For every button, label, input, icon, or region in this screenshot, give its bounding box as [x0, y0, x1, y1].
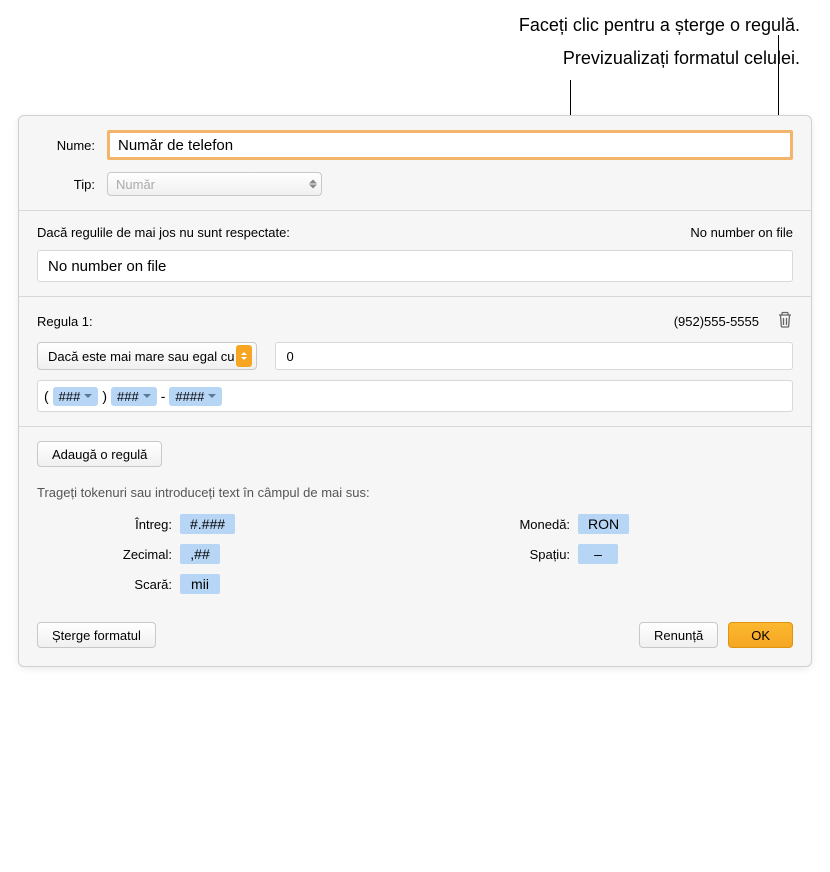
- delete-format-button[interactable]: Șterge formatul: [37, 622, 156, 648]
- type-label: Tip:: [37, 177, 107, 192]
- chevron-down-icon: [208, 394, 216, 398]
- token-text: ###: [117, 389, 139, 404]
- space-token-label: Spațiu:: [495, 547, 570, 562]
- pattern-separator: -: [161, 388, 166, 404]
- name-label: Nume:: [37, 138, 107, 153]
- trash-icon[interactable]: [777, 311, 793, 332]
- decimal-token[interactable]: ,##: [180, 544, 220, 564]
- add-rule-button[interactable]: Adaugă o regulă: [37, 441, 162, 467]
- ok-button[interactable]: OK: [728, 622, 793, 648]
- ok-label: OK: [751, 628, 770, 643]
- type-select-value: Număr: [116, 177, 155, 192]
- space-token[interactable]: –: [578, 544, 618, 564]
- cancel-label: Renunță: [654, 628, 703, 643]
- integer-token[interactable]: #.###: [180, 514, 235, 534]
- token-text: ###: [59, 389, 81, 404]
- fallback-input[interactable]: No number on file: [37, 250, 793, 282]
- chevron-down-icon: [143, 394, 151, 398]
- integer-token-label: Întreg:: [97, 517, 172, 532]
- scale-token-label: Scară:: [97, 577, 172, 592]
- pattern-open-paren: (: [44, 388, 49, 404]
- pattern-close-paren: ): [102, 388, 107, 404]
- callout-preview-format: Previzualizați formatul celulei.: [0, 48, 800, 69]
- currency-token[interactable]: RON: [578, 514, 629, 534]
- decimal-token-label: Zecimal:: [97, 547, 172, 562]
- scale-token[interactable]: mii: [180, 574, 220, 594]
- delete-format-label: Șterge formatul: [52, 628, 141, 643]
- token-help-text: Trageți tokenuri sau introduceți text în…: [37, 485, 793, 500]
- type-select[interactable]: Număr: [107, 172, 322, 196]
- add-rule-label: Adaugă o regulă: [52, 447, 147, 462]
- pattern-token-3[interactable]: ####: [169, 387, 222, 406]
- pattern-token-1[interactable]: ###: [53, 387, 99, 406]
- callout-area: Faceți clic pentru a șterge o regulă. Pr…: [0, 0, 830, 110]
- cancel-button[interactable]: Renunță: [639, 622, 718, 648]
- chevron-updown-icon: [236, 345, 252, 367]
- currency-token-label: Monedă:: [495, 517, 570, 532]
- token-text: ####: [175, 389, 204, 404]
- rule-preview: (952)555-5555: [674, 314, 759, 329]
- condition-value-input[interactable]: 0: [275, 342, 793, 370]
- fallback-heading: Dacă regulile de mai jos nu sunt respect…: [37, 225, 290, 240]
- condition-value: Dacă este mai mare sau egal cu: [48, 349, 234, 364]
- chevron-updown-icon: [309, 180, 317, 189]
- pattern-token-2[interactable]: ###: [111, 387, 157, 406]
- custom-format-dialog: Nume: Tip: Număr Dacă regulile de mai jo…: [18, 115, 812, 667]
- chevron-down-icon: [84, 394, 92, 398]
- rule-title: Regula 1:: [37, 314, 93, 329]
- fallback-input-value: No number on file: [48, 258, 166, 275]
- condition-select[interactable]: Dacă este mai mare sau egal cu: [37, 342, 257, 370]
- callout-delete-rule: Faceți clic pentru a șterge o regulă.: [0, 15, 800, 36]
- fallback-preview: No number on file: [690, 225, 793, 240]
- pattern-input[interactable]: ( ### ) ### - ####: [37, 380, 793, 412]
- condition-value-text: 0: [286, 349, 293, 364]
- name-input[interactable]: [107, 130, 793, 160]
